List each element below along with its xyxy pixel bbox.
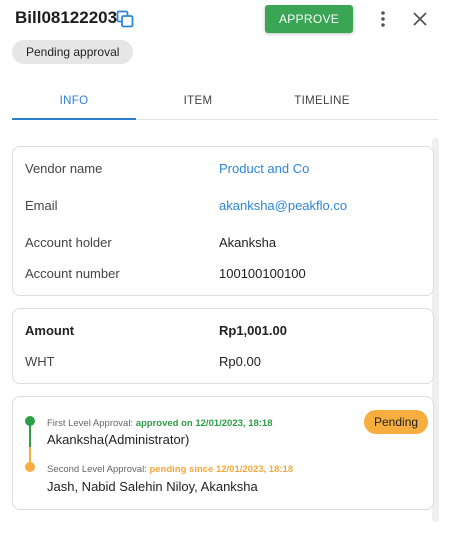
timeline-line-approved xyxy=(29,425,31,447)
tab-item[interactable]: ITEM xyxy=(136,86,260,120)
amount-card: Amount Rp1,001.00 WHT Rp0.00 xyxy=(12,308,434,384)
account-number-value: 100100100100 xyxy=(219,266,306,281)
account-holder-label: Account holder xyxy=(25,235,112,250)
amount-value: Rp1,001.00 xyxy=(219,323,287,338)
first-level-approval-label: First Level Approval: approved on 12/01/… xyxy=(47,418,273,429)
vendor-name-label: Vendor name xyxy=(25,161,103,176)
tab-info[interactable]: INFO xyxy=(12,86,136,120)
pending-badge: Pending xyxy=(364,410,429,434)
copy-icon[interactable] xyxy=(116,10,134,28)
tab-bar: INFO ITEM TIMELINE xyxy=(12,86,438,120)
wht-value: Rp0.00 xyxy=(219,354,261,369)
amount-label: Amount xyxy=(25,323,75,338)
first-level-approver: Akanksha(Administrator) xyxy=(47,432,190,447)
vendor-card: Vendor name Product and Co Email akanksh… xyxy=(12,146,434,296)
status-badge: Pending approval xyxy=(12,40,134,64)
email-label: Email xyxy=(25,198,58,213)
header: Bill08122203 APPROVE xyxy=(0,0,450,40)
account-number-label: Account number xyxy=(25,266,120,281)
tab-timeline[interactable]: TIMELINE xyxy=(260,86,384,120)
email-link[interactable]: akanksha@peakflo.co xyxy=(219,198,347,213)
account-holder-value: Akanksha xyxy=(219,235,277,250)
second-level-status: pending since 12/01/2023, 18:18 xyxy=(149,464,294,475)
approve-button[interactable]: APPROVE xyxy=(265,5,353,33)
second-level-approvers: Jash, Nabid Salehin Niloy, Akanksha xyxy=(47,479,258,494)
active-tab-indicator xyxy=(12,118,136,120)
timeline-line-pending xyxy=(29,447,31,463)
approval-card: First Level Approval: approved on 12/01/… xyxy=(12,396,434,510)
close-icon[interactable] xyxy=(412,11,428,27)
wht-label: WHT xyxy=(25,354,55,369)
first-level-status: approved on 12/01/2023, 18:18 xyxy=(135,418,273,429)
second-level-approval-label: Second Level Approval: pending since 12/… xyxy=(47,464,294,475)
bill-title: Bill08122203 xyxy=(15,8,118,27)
more-vert-icon[interactable] xyxy=(376,10,390,28)
vendor-name-link[interactable]: Product and Co xyxy=(219,161,309,176)
pending-dot xyxy=(25,462,35,472)
